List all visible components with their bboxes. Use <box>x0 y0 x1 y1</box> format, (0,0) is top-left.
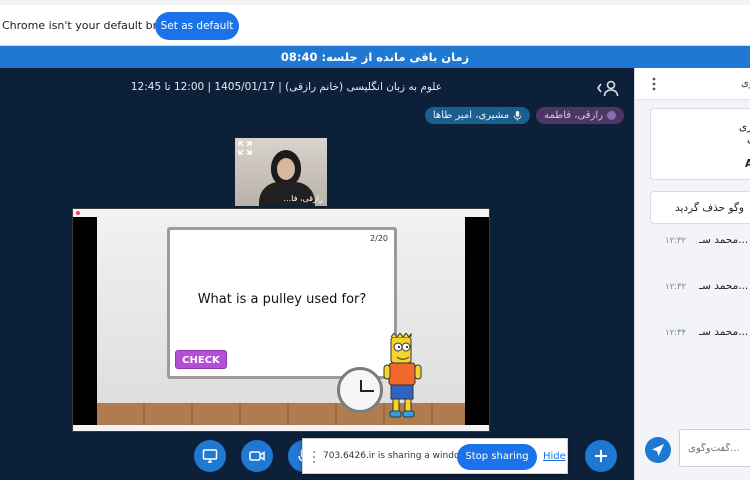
camera-button[interactable] <box>241 440 273 472</box>
pinned-line-1: ش مجازی <box>739 121 750 133</box>
screen-sharing-notice: 703.6426.ir is sharing a window. Stop sh… <box>302 438 568 474</box>
chat-input[interactable] <box>679 429 750 467</box>
avatar-dot-icon <box>607 111 616 120</box>
message-time: ۱۲:۳۲ <box>665 236 687 246</box>
shared-window-statusbar <box>73 425 489 431</box>
pinned-message-card: ش مجازی ری A <box>650 108 750 180</box>
hide-link[interactable]: Hide <box>543 451 566 462</box>
slide-page-counter: 2/20 <box>370 234 388 243</box>
clock-icon <box>337 367 383 413</box>
chat-panel-header: گفتگوی <box>635 68 750 100</box>
message-sender: محمد سـ... <box>699 326 749 338</box>
expand-icon[interactable] <box>238 141 252 155</box>
infobar-top-strip <box>0 0 750 5</box>
camera-icon <box>249 451 265 461</box>
webcam-tile[interactable]: رازقی، فا... <box>235 138 327 206</box>
pinned-line-3: A <box>745 158 750 170</box>
sharing-message: 703.6426.ir is sharing a window. <box>323 451 469 461</box>
chat-panel-title: گفتگوی <box>741 78 750 89</box>
message-sender: محمد سـ... <box>699 280 749 292</box>
participant-chip[interactable]: رازقی، فاطمه <box>536 107 624 124</box>
conference-stage: علوم به زبان انگلیسی (خانم رازقی) | 1405… <box>0 68 634 480</box>
webcam-name-label: رازقی، فا... <box>283 194 323 203</box>
chat-deleted-notice-text: وگو حذف گردید <box>675 202 744 214</box>
participant-chip-label: رازقی، فاطمه <box>544 110 603 121</box>
screen-share-icon <box>202 449 218 463</box>
webcam-person-face <box>277 158 295 180</box>
microphone-icon <box>513 110 522 121</box>
session-remaining-bar: زمان باقی مانده از جلسه: 08:40 <box>0 46 750 68</box>
shared-window-titlebar <box>73 209 489 217</box>
cartoon-character-icon <box>383 333 422 418</box>
participant-chip-label: مشیری، امیر طاها <box>432 110 510 121</box>
participant-chip[interactable]: مشیری، امیر طاها <box>424 107 531 124</box>
clock-minute-hand <box>360 390 374 392</box>
chat-panel: گفتگوی ش مجازی ری A وگو حذف گردید ۱۲:۳۲ … <box>634 68 750 480</box>
message-time: ۱۲:۳۲ <box>665 282 687 292</box>
person-chevron-icon[interactable] <box>596 79 620 97</box>
send-button[interactable] <box>645 437 671 463</box>
chat-deleted-notice: وگو حذف گردید <box>650 191 750 224</box>
chat-message[interactable]: ۱۲:۳۲ محمد سـ... <box>635 234 750 250</box>
question-text: What is a pulley used for? <box>197 292 367 307</box>
chat-message[interactable]: ۱۲:۳۴ محمد سـ... <box>635 326 750 342</box>
set-as-default-button[interactable]: Set as default <box>155 12 239 40</box>
quiz-slide: 2/20 What is a pulley used for? CHECK <box>97 217 465 425</box>
message-time: ۱۲:۳۴ <box>665 328 687 338</box>
stop-sharing-button[interactable]: Stop sharing <box>457 444 537 470</box>
chat-message[interactable]: ۱۲:۳۲ محمد سـ... <box>635 280 750 296</box>
window-favicon-icon <box>76 211 80 215</box>
screen-share-button[interactable] <box>194 440 226 472</box>
class-title: علوم به زبان انگلیسی (خانم رازقی) | 1405… <box>130 81 442 93</box>
drag-grip-icon[interactable] <box>312 450 316 464</box>
send-icon <box>652 444 664 456</box>
default-browser-infobar: Chrome isn't your default browser Set as… <box>0 0 750 46</box>
more-options-icon[interactable] <box>652 77 656 91</box>
add-button[interactable] <box>585 440 617 472</box>
shared-screen: 2/20 What is a pulley used for? CHECK <box>72 208 490 432</box>
participant-chips: رازقی، فاطمه مشیری، امیر طاها <box>424 107 624 124</box>
question-card: 2/20 What is a pulley used for? CHECK <box>167 227 397 379</box>
check-button[interactable]: CHECK <box>175 350 227 369</box>
message-sender: محمد سـ... <box>699 234 749 246</box>
plus-icon <box>595 450 607 462</box>
